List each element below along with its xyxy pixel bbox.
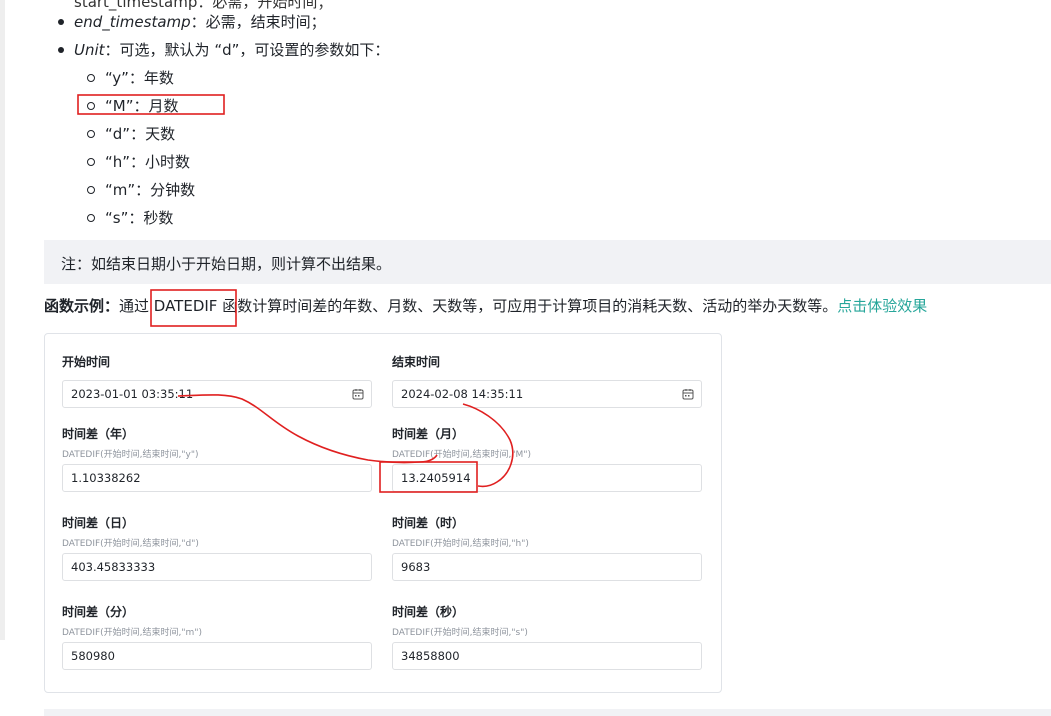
unit-item-M: “M”：月数 bbox=[87, 92, 195, 120]
field-formula: DATEDIF(开始时间,结束时间,"s") bbox=[392, 628, 528, 638]
field-formula: DATEDIF(开始时间,结束时间,"y") bbox=[62, 450, 199, 460]
field-label: 结束时间 bbox=[392, 355, 441, 369]
param-desc: ：可选，默认为 “d”，可设置的参数如下： bbox=[104, 41, 390, 59]
param-desc: ：必需，结束时间； bbox=[190, 13, 326, 31]
output-value: 9683 bbox=[401, 560, 431, 574]
hours-field: 时间差（时） DATEDIF(开始时间,结束时间,"h") 9683 bbox=[392, 514, 702, 581]
left-border bbox=[0, 0, 5, 640]
unit-item-d: “d”：天数 bbox=[87, 120, 195, 148]
field-formula: DATEDIF(开始时间,结束时间,"h") bbox=[392, 539, 529, 549]
start-time-field: 开始时间 2023-01-01 03:35:11 bbox=[62, 353, 372, 408]
end-time-input[interactable]: 2024-02-08 14:35:11 bbox=[392, 380, 702, 408]
field-label: 时间差（月） bbox=[392, 427, 465, 441]
months-field: 时间差（月） DATEDIF(开始时间,结束时间,"M") 13.2405914 bbox=[392, 425, 702, 492]
calendar-icon[interactable] bbox=[352, 388, 364, 400]
months-output[interactable]: 13.2405914 bbox=[392, 464, 702, 492]
try-it-link[interactable]: 点击体验效果 bbox=[837, 297, 927, 315]
minutes-output[interactable]: 580980 bbox=[62, 642, 372, 670]
field-label: 时间差（分） bbox=[62, 605, 135, 619]
example-label: 函数示例： bbox=[44, 297, 120, 315]
start-time-input[interactable]: 2023-01-01 03:35:11 bbox=[62, 380, 372, 408]
output-value: 403.45833333 bbox=[71, 560, 156, 574]
unit-item-h: “h”：小时数 bbox=[87, 148, 195, 176]
field-label: 时间差（时） bbox=[392, 516, 465, 530]
hours-output[interactable]: 9683 bbox=[392, 553, 702, 581]
unit-item-m: “m”：分钟数 bbox=[87, 176, 195, 204]
days-field: 时间差（日） DATEDIF(开始时间,结束时间,"d") 403.458333… bbox=[62, 514, 372, 581]
field-formula: DATEDIF(开始时间,结束时间,"m") bbox=[62, 628, 202, 638]
seconds-output[interactable]: 34858800 bbox=[392, 642, 702, 670]
field-label: 时间差（日） bbox=[62, 516, 135, 530]
datedif-demo-form: 开始时间 2023-01-01 03:35:11 结束时间 2024-02-08… bbox=[44, 333, 722, 693]
param-name: end_timestamp bbox=[74, 13, 191, 31]
input-value: 2023-01-01 03:35:11 bbox=[71, 387, 194, 401]
next-block-edge bbox=[44, 709, 1051, 716]
param-unit: Unit：可选，默认为 “d”，可设置的参数如下： bbox=[58, 36, 389, 64]
seconds-field: 时间差（秒） DATEDIF(开始时间,结束时间,"s") 34858800 bbox=[392, 603, 702, 670]
example-text-after: 函数计算时间差的年数、月数、天数等，可应用于计算项目的消耗天数、活动的举办天数等… bbox=[217, 297, 838, 315]
unit-item-y: “y”：年数 bbox=[87, 64, 195, 92]
output-value: 34858800 bbox=[401, 649, 460, 663]
unit-item-s: “s”：秒数 bbox=[87, 204, 195, 232]
end-time-field: 结束时间 2024-02-08 14:35:11 bbox=[392, 353, 702, 408]
output-value: 580980 bbox=[71, 649, 115, 663]
years-field: 时间差（年） DATEDIF(开始时间,结束时间,"y") 1.10338262 bbox=[62, 425, 372, 492]
note-callout: 注：如结束日期小于开始日期，则计算不出结果。 bbox=[44, 240, 1051, 284]
minutes-field: 时间差（分） DATEDIF(开始时间,结束时间,"m") 580980 bbox=[62, 603, 372, 670]
days-output[interactable]: 403.45833333 bbox=[62, 553, 372, 581]
input-value: 2024-02-08 14:35:11 bbox=[401, 387, 524, 401]
function-name: DATEDIF bbox=[153, 297, 218, 315]
note-text: 注：如结束日期小于开始日期，则计算不出结果。 bbox=[61, 255, 392, 273]
example-paragraph: 函数示例：通过 DATEDIF 函数计算时间差的年数、月数、天数等，可应用于计算… bbox=[44, 295, 927, 316]
field-label: 时间差（秒） bbox=[392, 605, 465, 619]
output-value: 1.10338262 bbox=[71, 471, 141, 485]
param-list: end_timestamp：必需，结束时间； Unit：可选，默认为 “d”，可… bbox=[58, 8, 389, 64]
param-name: Unit bbox=[74, 41, 105, 59]
years-output[interactable]: 1.10338262 bbox=[62, 464, 372, 492]
field-formula: DATEDIF(开始时间,结束时间,"d") bbox=[62, 539, 199, 549]
field-label: 时间差（年） bbox=[62, 427, 135, 441]
unit-list: “y”：年数 “M”：月数 “d”：天数 “h”：小时数 “m”：分钟数 “s”… bbox=[87, 64, 195, 232]
output-value: 13.2405914 bbox=[401, 471, 471, 485]
field-label: 开始时间 bbox=[62, 355, 111, 369]
example-text-before: 通过 bbox=[119, 297, 154, 315]
param-end-timestamp: end_timestamp：必需，结束时间； bbox=[58, 8, 389, 36]
calendar-icon[interactable] bbox=[682, 388, 694, 400]
field-formula: DATEDIF(开始时间,结束时间,"M") bbox=[392, 450, 531, 460]
